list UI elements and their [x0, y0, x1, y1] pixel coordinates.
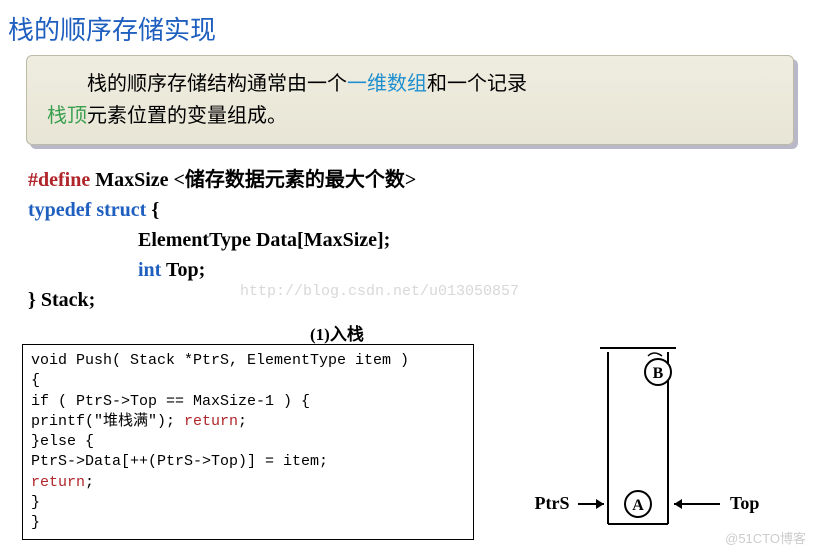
struct-kw: struct [91, 199, 146, 221]
int-kw: int [138, 259, 161, 281]
return-kw: return [31, 474, 85, 491]
note-box: 栈的顺序存储结构通常由一个一维数组和一个记录栈顶元素位置的变量组成。 [26, 55, 794, 145]
label-a: A [632, 497, 644, 514]
field-data: ElementType Data[MaxSize]; [138, 229, 390, 251]
field-top: Top; [161, 259, 205, 281]
page-title: 栈的顺序存储实现 [0, 0, 814, 55]
label-b: B [653, 365, 664, 382]
note-mid: 和一个记录 [427, 73, 527, 95]
watermark-url: http://blog.csdn.net/u013050857 [240, 283, 519, 300]
note-post: 元素位置的变量组成。 [87, 105, 287, 127]
code-line: PtrS->Data[++(PtrS->Top)] = item; [31, 452, 465, 472]
watermark-bottom: @51CTO博客 [725, 528, 806, 547]
note-text: 栈的顺序存储结构通常由一个一维数组和一个记录栈顶元素位置的变量组成。 [47, 68, 773, 132]
define-kw: #define [28, 169, 90, 191]
code-line: } [31, 493, 465, 513]
section-label: (1)入栈 [310, 320, 364, 345]
brace-open: { [146, 199, 159, 221]
note-array: 一维数组 [347, 73, 427, 95]
struct-close: } Stack; [28, 289, 95, 311]
code-line: void Push( Stack *PtrS, ElementType item… [31, 351, 465, 371]
push-code-block: void Push( Stack *PtrS, ElementType item… [22, 344, 474, 540]
code-line: printf("堆栈满"); [31, 413, 184, 430]
top-label: Top [730, 493, 759, 513]
return-kw: return [184, 413, 238, 430]
define-rest: MaxSize <储存数据元素的最大个数> [90, 169, 416, 191]
code-line: ; [238, 413, 247, 430]
code-line: { [31, 371, 465, 391]
code-line: ; [85, 474, 94, 491]
stack-diagram: B A PtrS Top [490, 344, 790, 544]
note-pre: 栈的顺序存储结构通常由一个 [87, 73, 347, 95]
typedef-kw: typedef [28, 199, 91, 221]
note-top: 栈顶 [47, 105, 87, 127]
ptrs-label: PtrS [535, 493, 570, 513]
code-line: } [31, 513, 465, 533]
code-line: if ( PtrS->Top == MaxSize-1 ) { [31, 392, 465, 412]
code-line: }else { [31, 432, 465, 452]
